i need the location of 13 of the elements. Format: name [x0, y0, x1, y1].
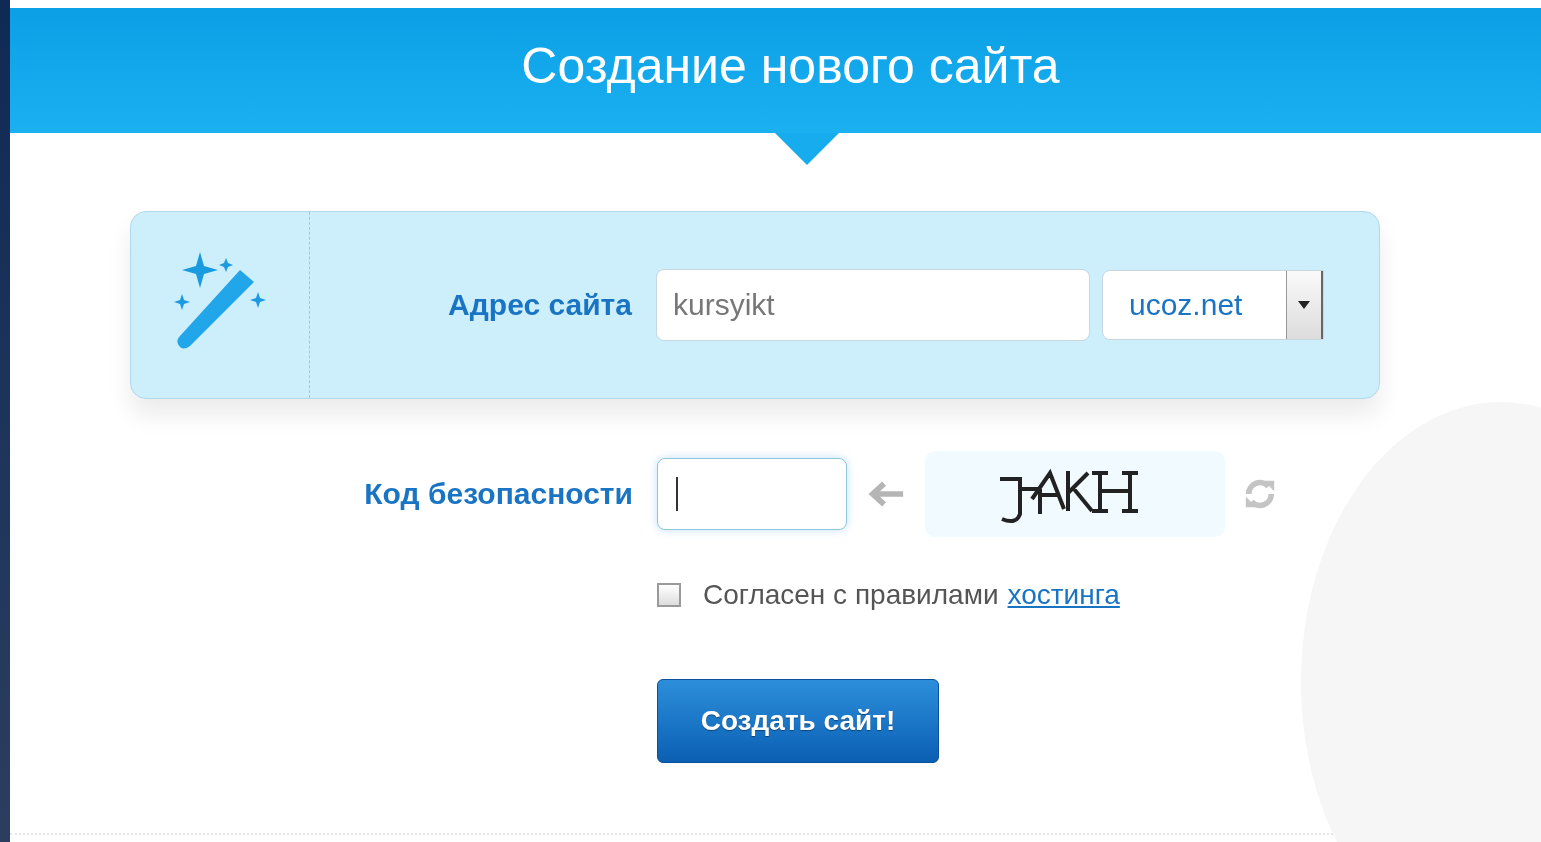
security-code-field[interactable]: [657, 458, 847, 530]
header-pointer: [775, 133, 839, 165]
agree-checkbox[interactable]: [657, 583, 681, 607]
page-title: Создание нового сайта: [520, 36, 1060, 95]
agree-text: Согласен с правилами: [703, 579, 999, 611]
create-site-button[interactable]: Создать сайт!: [657, 679, 939, 763]
security-code-label: Код безопасности: [363, 477, 633, 511]
left-arrow-icon: [867, 479, 905, 509]
address-label: Адрес сайта: [447, 288, 632, 322]
caret-icon: [1298, 301, 1310, 309]
address-field[interactable]: kursyikt: [656, 269, 1090, 341]
domain-select[interactable]: ucoz.net: [1102, 270, 1324, 340]
hosting-rules-link[interactable]: хостинга: [1007, 579, 1120, 611]
